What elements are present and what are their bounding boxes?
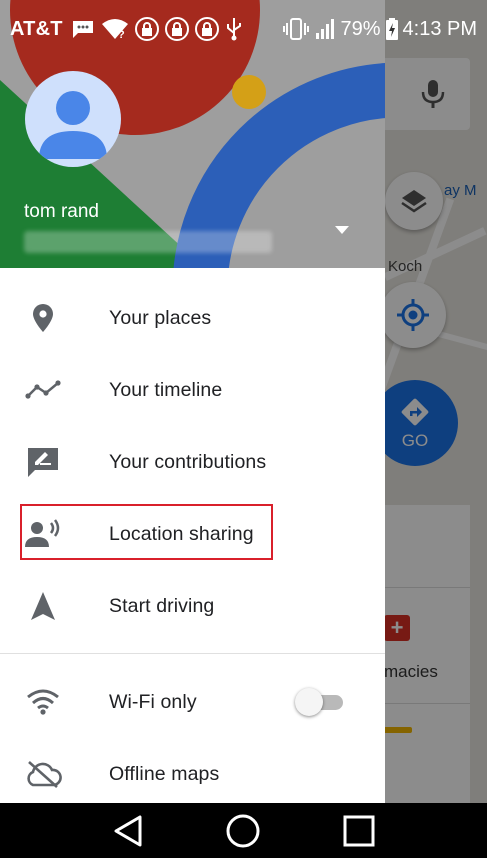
avatar[interactable] [25,71,121,167]
lock-icon [194,17,219,41]
recents-square-icon [343,815,375,846]
menu-item-your-timeline[interactable]: Your timeline [0,354,385,426]
home-circle-icon [226,814,260,847]
contributions-icon [24,443,62,481]
wifi-only-toggle[interactable] [295,688,345,716]
home-button[interactable] [219,807,267,855]
navigation-drawer: tom rand Your places Your timeline Your … [0,0,385,803]
clock: 4:13 PM [402,17,477,40]
back-triangle-icon [114,815,142,846]
location-sharing-highlight [20,504,273,560]
menu-item-your-places[interactable]: Your places [0,282,385,354]
back-button[interactable] [104,807,152,855]
lock-icon [134,17,159,41]
toggle-thumb [295,688,323,716]
account-name: tom rand [24,201,99,222]
place-pin-icon [24,299,62,337]
account-switcher[interactable] [334,222,350,240]
vibrate-icon [283,18,310,40]
menu-label: Start driving [109,594,215,617]
wifi-unknown-icon: ? [101,19,128,40]
lock-icon [164,17,189,41]
menu-label: Offline maps [109,762,220,785]
status-bar: AT&T ? 79% 4:13 PM [0,0,487,58]
navigation-arrow-icon [24,587,62,625]
carrier-label: AT&T [10,17,63,40]
menu-item-start-driving[interactable]: Start driving [0,570,385,642]
system-navigation-bar [0,803,487,858]
menu-label: Wi-Fi only [109,690,197,713]
menu-label: Your timeline [109,378,223,401]
battery-charging-icon [385,18,398,40]
usb-icon [226,18,241,41]
menu-label: Your contributions [109,450,267,473]
timeline-icon [24,371,62,409]
dropdown-arrow-icon [335,226,349,234]
menu-label: Your places [109,306,212,329]
menu-item-your-contributions[interactable]: Your contributions [0,426,385,498]
svg-text:?: ? [118,29,125,40]
recents-button[interactable] [335,807,383,855]
menu-item-offline-maps[interactable]: Offline maps [0,738,385,803]
cloud-off-icon [24,755,62,793]
menu-divider [0,653,385,654]
account-email-redacted [24,231,272,253]
wifi-icon [24,683,62,721]
message-icon [72,21,93,38]
signal-icon [316,19,335,39]
battery-percent: 79% [340,17,381,40]
